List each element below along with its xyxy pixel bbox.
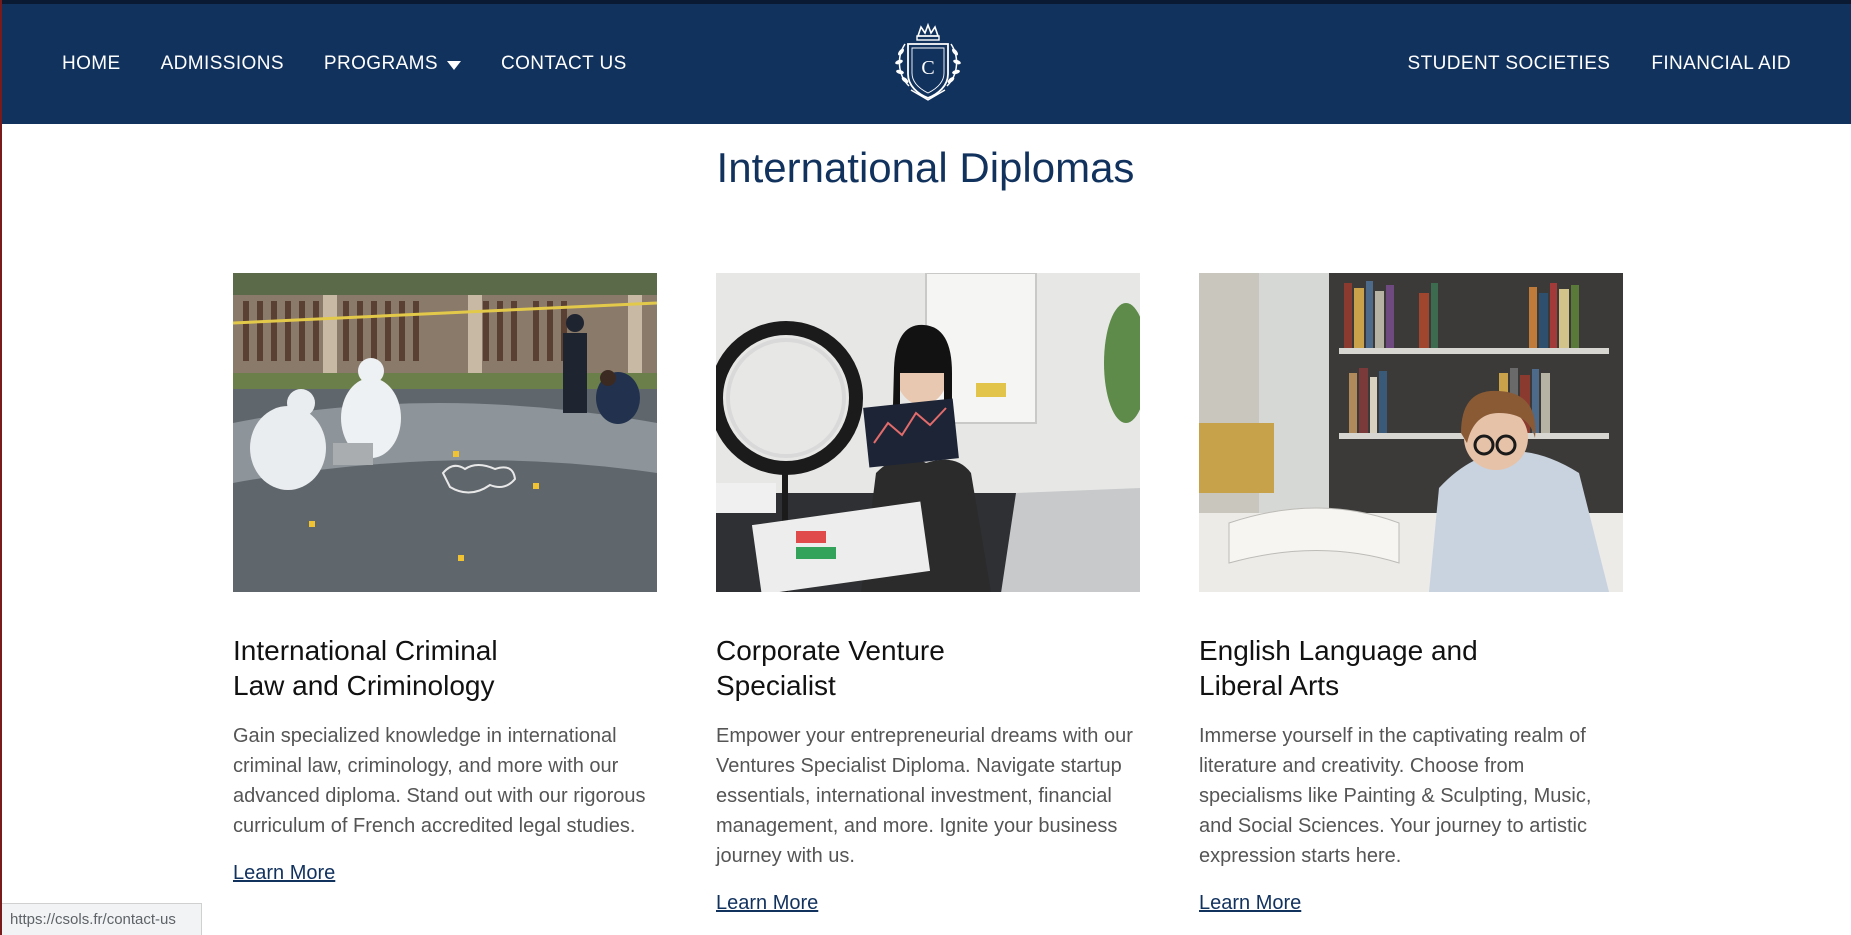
- nav-left-group: HOME ADMISSIONS PROGRAMS CONTACT US: [62, 4, 627, 124]
- nav-programs-label: PROGRAMS: [323, 53, 438, 74]
- card-title: Corporate Venture Specialist: [716, 635, 945, 701]
- nav-financial-aid[interactable]: FINANCIAL AID: [1651, 53, 1791, 75]
- nav-contact-us[interactable]: CONTACT US: [501, 53, 627, 75]
- crime-scene-photo: [233, 273, 657, 592]
- nav-student-societies[interactable]: STUDENT SOCIETIES: [1408, 53, 1611, 75]
- program-card-corporate-venture: Corporate Venture Specialist Empower you…: [716, 273, 1140, 915]
- card-description: Empower your entrepreneurial dreams with…: [716, 725, 1133, 867]
- link-preview-statusbar: https://csols.fr/contact-us: [0, 903, 202, 935]
- card-title: International Criminal Law and Criminolo…: [233, 635, 498, 701]
- card-description: Gain specialized knowledge in internatio…: [233, 725, 646, 837]
- nav-admissions[interactable]: ADMISSIONS: [161, 53, 284, 75]
- student-reading-photo: [1199, 273, 1623, 592]
- nav-programs[interactable]: PROGRAMS: [324, 53, 461, 75]
- learn-more-link[interactable]: Learn More: [716, 892, 818, 915]
- program-card-criminal-law: International Criminal Law and Criminolo…: [233, 273, 657, 885]
- window-left-border: [0, 0, 2, 935]
- caret-down-icon: [446, 60, 461, 70]
- crest-logo[interactable]: C: [891, 22, 965, 106]
- program-card-english-liberal-arts: English Language and Liberal Arts Immers…: [1199, 273, 1623, 915]
- card-description: Immerse yourself in the captivating real…: [1199, 725, 1592, 867]
- learn-more-link[interactable]: Learn More: [1199, 892, 1301, 915]
- main-navbar: HOME ADMISSIONS PROGRAMS CONTACT US C ST…: [0, 4, 1851, 124]
- logo-letter: C: [921, 57, 934, 79]
- nav-home[interactable]: HOME: [62, 53, 121, 75]
- card-title: English Language and Liberal Arts: [1199, 635, 1478, 701]
- page-title: International Diplomas: [716, 144, 1135, 191]
- learn-more-link[interactable]: Learn More: [233, 862, 335, 885]
- woman-presenting-photo: [716, 273, 1140, 592]
- nav-right-group: STUDENT SOCIETIES FINANCIAL AID: [1408, 4, 1791, 124]
